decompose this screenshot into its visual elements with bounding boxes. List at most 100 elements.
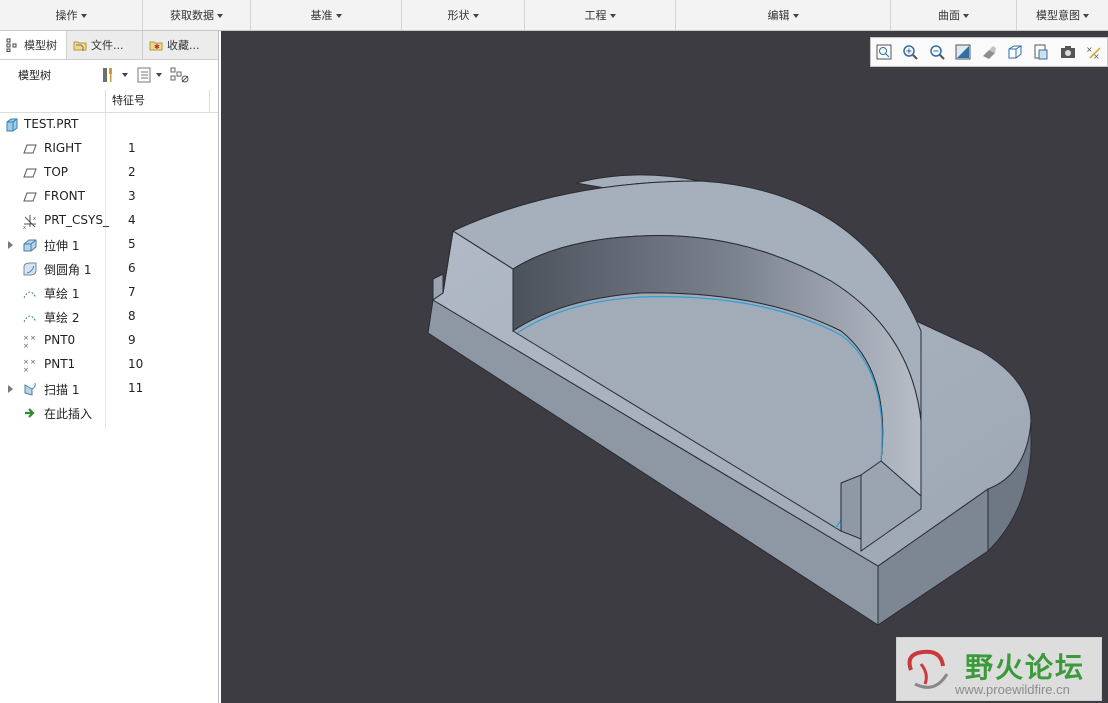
ribbon-label: 工程: [584, 9, 607, 22]
display-style-icon: [982, 46, 996, 59]
insert-arrow-icon: [25, 408, 35, 418]
ribbon-model-intent[interactable]: 模型意图: [1017, 0, 1108, 30]
ribbon-label: 基准: [310, 9, 333, 22]
expand-arrow-icon[interactable]: [8, 241, 13, 249]
refit-icon: [876, 44, 892, 60]
sketch-icon: [23, 315, 37, 323]
ribbon-datum[interactable]: 基准: [251, 0, 402, 30]
ribbon-get-data[interactable]: 获取数据: [143, 0, 251, 30]
tree-item-label: 草绘 2: [44, 311, 80, 325]
tree-show-button[interactable]: [136, 66, 162, 84]
zoom-out-button[interactable]: [928, 43, 946, 61]
tree-item-number: 10: [128, 357, 144, 371]
svg-text:✱: ✱: [154, 43, 160, 51]
svg-text:×: ×: [23, 366, 29, 373]
column-feature-number[interactable]: 特征号: [105, 90, 145, 112]
zoom-in-button[interactable]: [901, 43, 919, 61]
svg-text:x: x: [23, 225, 26, 229]
repaint-button[interactable]: [954, 43, 972, 61]
tree-item-prt-csys[interactable]: xx PRT_CSYS_ 4: [0, 209, 218, 233]
chevron-down-icon: [122, 73, 128, 77]
csys-icon: xx: [23, 215, 36, 229]
model-tree-icon: [6, 38, 17, 52]
chevron-down-icon: [335, 13, 342, 18]
sketch-icon: [23, 291, 37, 299]
display-style-button[interactable]: [980, 43, 998, 61]
model-tree-toolbar: 模型树: [0, 60, 218, 90]
expand-arrow-icon[interactable]: [8, 385, 13, 393]
graphics-viewport[interactable]: × × 野火论坛 www.proewildfire.cn: [221, 31, 1108, 703]
ribbon-engineering[interactable]: 工程: [525, 0, 676, 30]
ribbon-surfaces[interactable]: 曲面: [891, 0, 1017, 30]
tree-root-part[interactable]: TEST.PRT: [0, 113, 218, 137]
tab-folder-browser[interactable]: 文件...: [67, 31, 143, 59]
tab-label: 模型树: [24, 39, 57, 52]
svg-text:×: ×: [30, 358, 36, 366]
datum-point-icon: × ××: [23, 334, 36, 349]
svg-text:x: x: [33, 216, 36, 222]
tab-favorites[interactable]: ✱ 收藏...: [143, 31, 218, 59]
tree-item-pnt1[interactable]: × × × PNT1 10: [0, 353, 218, 377]
tree-item-number: 1: [128, 141, 136, 155]
tree-item-number: 3: [128, 189, 136, 203]
tree-item-label: 倒圆角 1: [44, 263, 92, 277]
tree-item-pnt0[interactable]: × × × PNT0 9: [0, 329, 218, 353]
extrude-icon: [23, 239, 37, 252]
favorites-folder-icon: ✱: [149, 41, 163, 51]
tree-item-label: PRT_CSYS_: [44, 213, 109, 227]
chevron-down-icon: [80, 13, 87, 18]
tree-item-number: 5: [128, 237, 136, 251]
datum-display-icon: ××: [1086, 45, 1101, 60]
tree-item-label: 扫描 1: [44, 383, 80, 397]
tree-item-sweep-1[interactable]: 扫描 1 11: [0, 377, 218, 401]
filter-icon: [170, 67, 189, 83]
list-icon: [137, 67, 151, 83]
tree-insert-here[interactable]: 在此插入: [0, 401, 218, 425]
zoom-in-icon: [903, 45, 919, 60]
view-manager-button[interactable]: [1032, 43, 1050, 61]
datum-plane-icon: [23, 192, 37, 202]
saved-views-button[interactable]: [1006, 43, 1024, 61]
tree-item-sketch-1[interactable]: 草绘 1 7: [0, 281, 218, 305]
model-tree-title: 模型树: [18, 69, 51, 82]
repaint-icon: [955, 44, 971, 60]
tree-item-number: 4: [128, 213, 136, 227]
tree-item-extrude-1[interactable]: 拉伸 1 5: [0, 233, 218, 257]
chevron-down-icon: [963, 13, 969, 18]
tree-item-top[interactable]: TOP 2: [0, 161, 218, 185]
tree-filter-button[interactable]: [170, 66, 190, 84]
camera-icon: [1060, 46, 1075, 58]
forum-watermark: 野火论坛 www.proewildfire.cn: [896, 637, 1102, 701]
tree-item-number: 7: [128, 285, 136, 299]
ribbon-label: 曲面: [938, 9, 960, 22]
perspective-button[interactable]: [1059, 43, 1077, 61]
chevron-down-icon: [792, 13, 799, 18]
ribbon-operations[interactable]: 操作: [0, 0, 143, 30]
tree-item-label: RIGHT: [44, 141, 82, 155]
tree-item-number: 11: [128, 381, 144, 395]
ribbon-editing[interactable]: 编辑: [676, 0, 891, 30]
tree-item-round-1[interactable]: 倒圆角 1 6: [0, 257, 218, 281]
tree-item-number: 6: [128, 261, 136, 275]
tree-settings-button[interactable]: [100, 66, 128, 84]
tree-item-number: 2: [128, 165, 136, 179]
navigator-tabs: 模型树 文件... ✱ 收藏...: [0, 31, 218, 60]
ribbon-group-bar: 操作 获取数据 基准 形状 工程 编辑 曲面 模型意图: [0, 0, 1108, 31]
model-tree: TEST.PRT RIGHT 1 TOP 2 FRONT 3 xx PRT_CS…: [0, 113, 218, 429]
tree-item-label: FRONT: [44, 189, 85, 203]
folder-icon: [73, 41, 87, 51]
datum-display-button[interactable]: × ×: [1085, 43, 1103, 61]
tree-item-right[interactable]: RIGHT 1: [0, 137, 218, 161]
chevron-down-icon: [217, 13, 223, 18]
tree-item-sketch-2[interactable]: 草绘 2 8: [0, 305, 218, 329]
tree-item-label: 草绘 1: [44, 287, 80, 301]
svg-text:×: ×: [23, 358, 29, 366]
tab-model-tree[interactable]: 模型树: [0, 31, 67, 59]
refit-button[interactable]: [875, 43, 893, 61]
tree-column-header: 特征号: [0, 90, 218, 113]
part-model-render[interactable]: [221, 31, 1108, 703]
ribbon-shapes[interactable]: 形状: [402, 0, 525, 30]
tree-item-front[interactable]: FRONT 3: [0, 185, 218, 209]
ribbon-label: 编辑: [767, 9, 790, 22]
column-divider: [209, 90, 210, 112]
